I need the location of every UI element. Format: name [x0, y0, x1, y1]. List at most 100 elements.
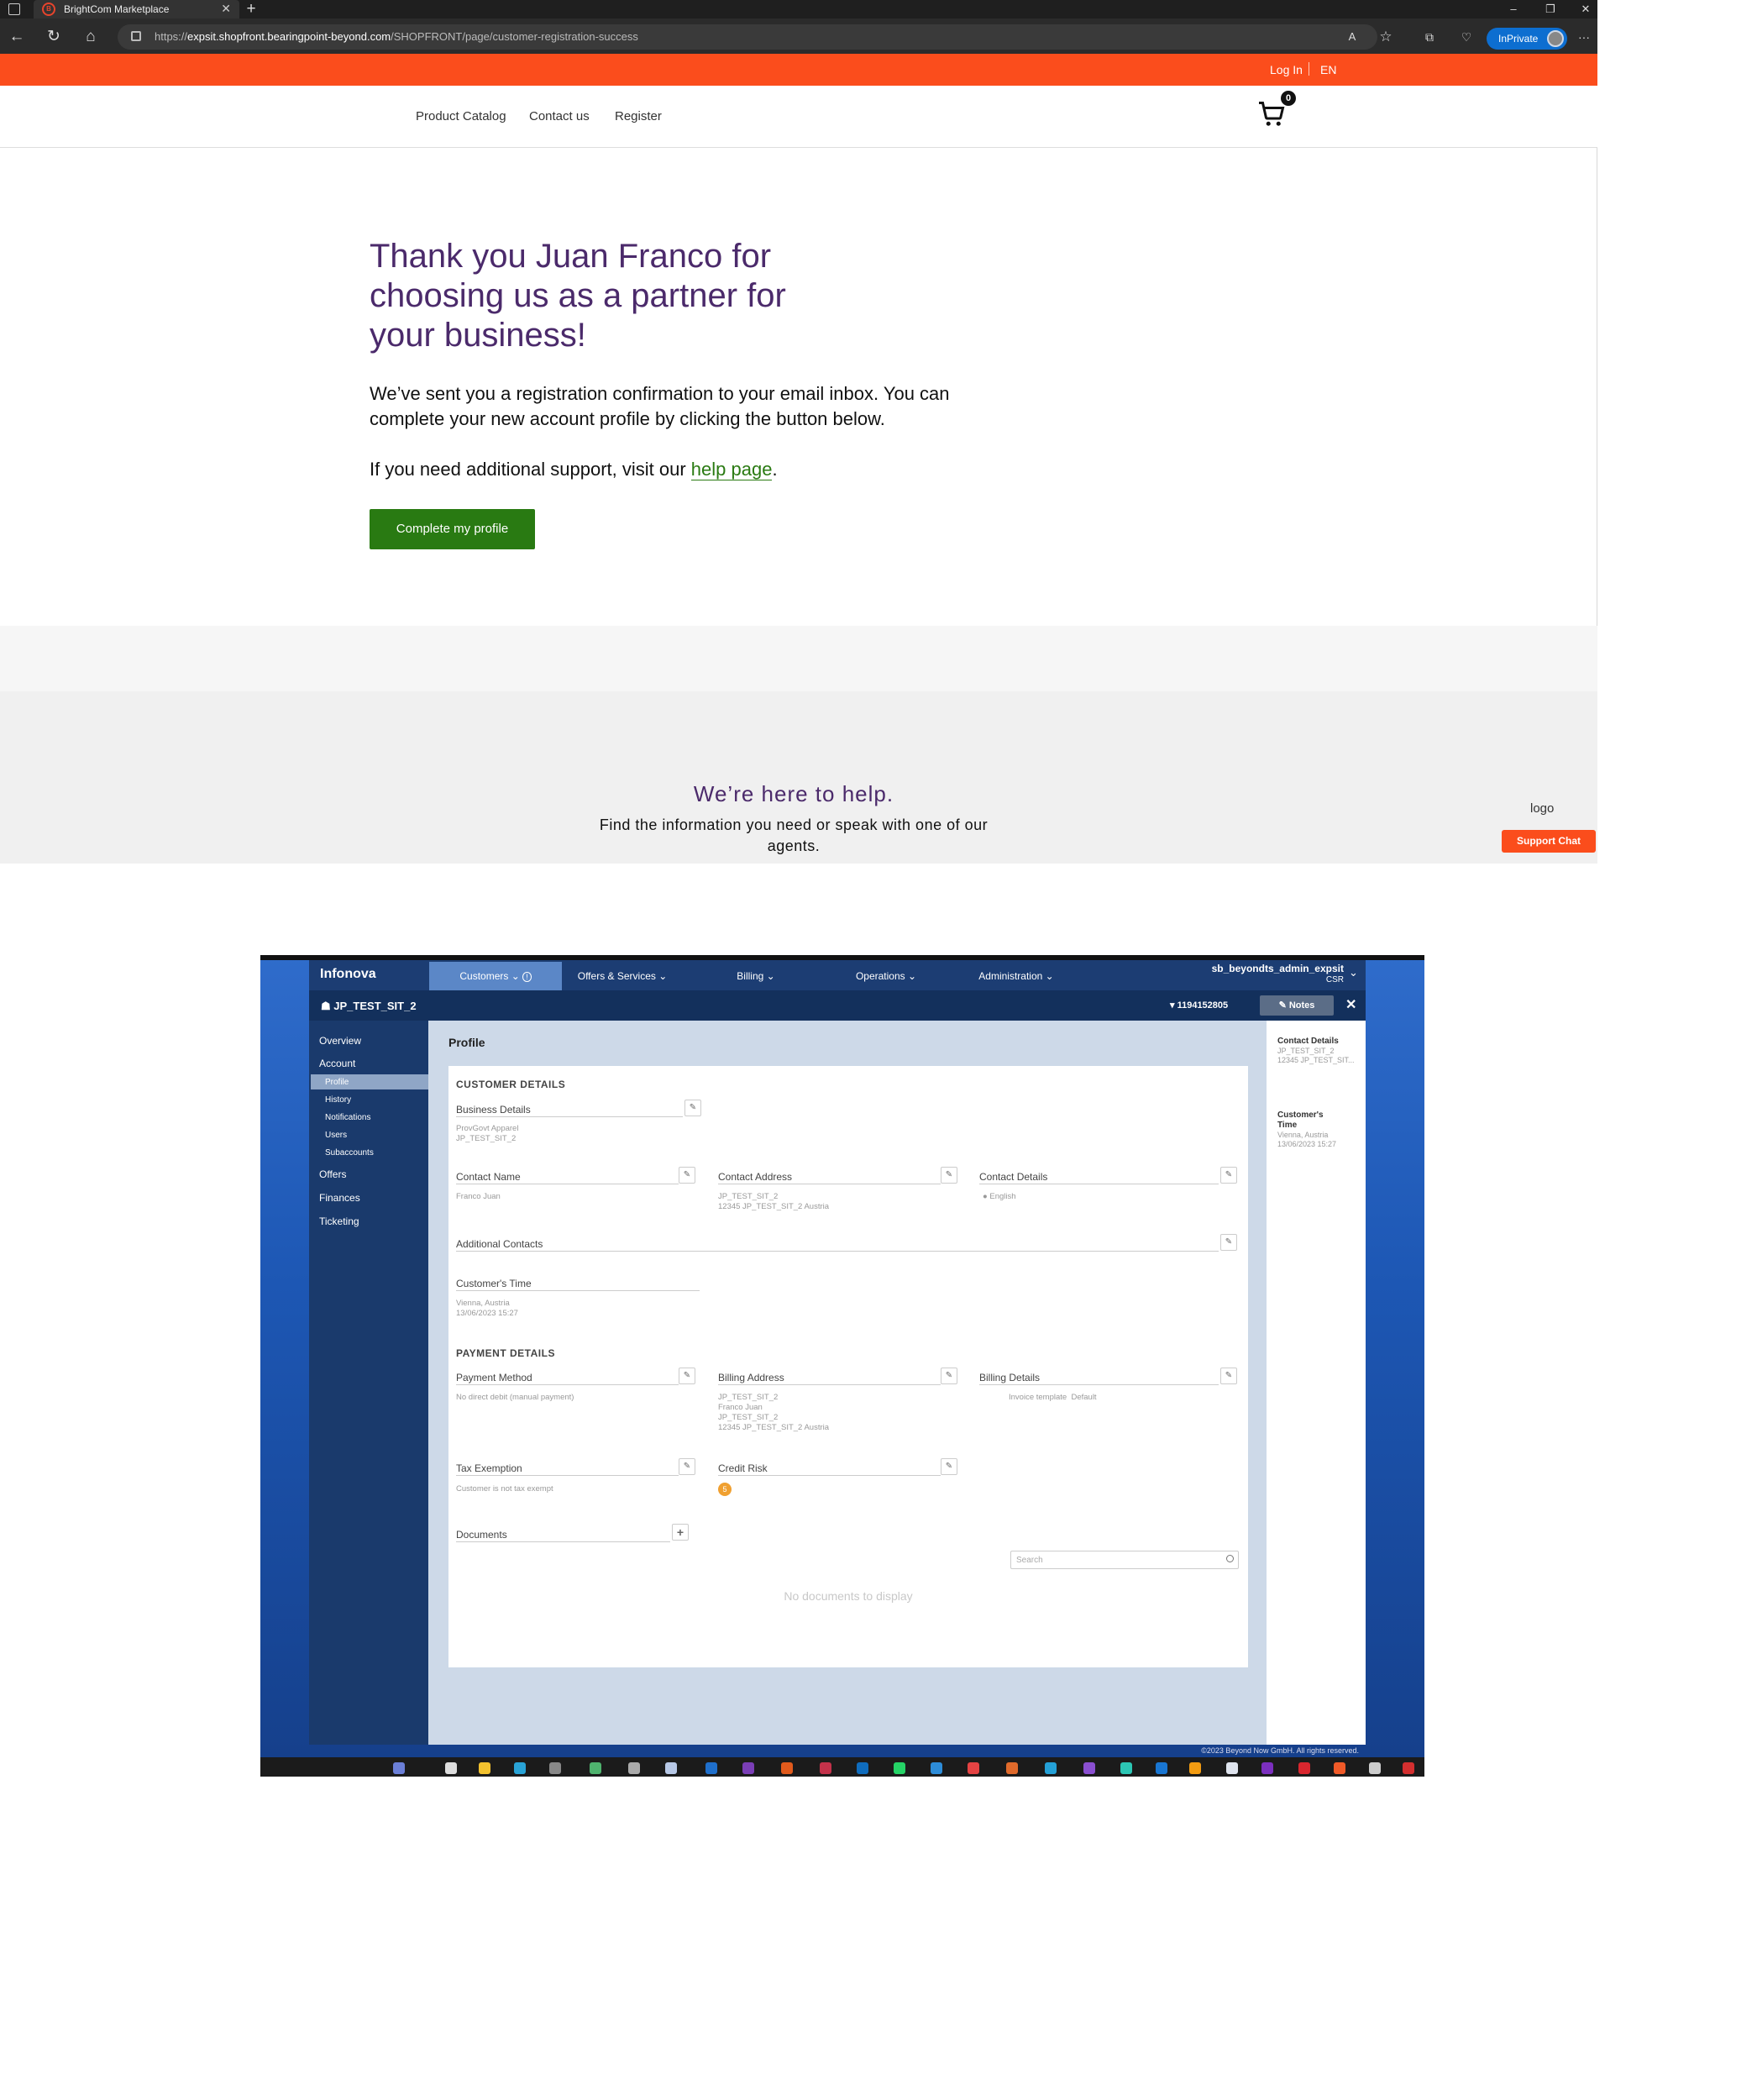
nav-register[interactable]: Register [615, 109, 662, 123]
url-input[interactable]: https://expsit.shopfront.bearingpoint-be… [118, 24, 1377, 50]
taskbar-app-icon[interactable] [445, 1762, 457, 1774]
taskbar-app-icon[interactable] [590, 1762, 601, 1774]
language-selector[interactable]: EN [1320, 63, 1336, 76]
tab-actions-icon[interactable] [8, 3, 20, 15]
sidebar-item-notifications[interactable]: Notifications [325, 1113, 370, 1122]
tab-close-icon[interactable]: ✕ [221, 2, 231, 16]
menu-operations-label: Operations [855, 970, 905, 982]
taskbar-app-icon[interactable] [1083, 1762, 1095, 1774]
taskbar-app-icon[interactable] [742, 1762, 754, 1774]
cart-icon[interactable] [1256, 99, 1287, 129]
taskbar-app-icon[interactable] [393, 1762, 405, 1774]
edit-contact-name-icon[interactable]: ✎ [679, 1167, 695, 1184]
refresh-icon[interactable]: ↻ [44, 27, 64, 47]
summary-contact-title: Contact Details [1277, 1037, 1339, 1046]
language-bubble-icon: ● [983, 1192, 988, 1201]
billing-details-value: Invoice template Default [1009, 1393, 1097, 1403]
nav-product-catalog[interactable]: Product Catalog [416, 109, 506, 123]
sidebar-item-finances[interactable]: Finances [319, 1192, 360, 1204]
edit-billing-details-icon[interactable]: ✎ [1220, 1368, 1237, 1384]
user-chevron-icon[interactable]: ⌄ [1349, 966, 1358, 979]
edit-credit-risk-icon[interactable]: ✎ [941, 1458, 957, 1475]
sidebar-item-ticketing[interactable]: Ticketing [319, 1215, 359, 1227]
taskbar-app-icon[interactable] [931, 1762, 942, 1774]
close-customer-icon[interactable]: ✕ [1345, 996, 1356, 1013]
window-close-icon[interactable]: ✕ [1571, 0, 1601, 18]
sidebar-item-profile[interactable]: Profile [325, 1078, 349, 1087]
taskbar-app-icon[interactable] [1156, 1762, 1167, 1774]
notes-button[interactable]: ✎ Notes [1260, 995, 1334, 1016]
new-tab-icon[interactable]: + [241, 0, 261, 18]
browser-tab[interactable]: B BrightCom Marketplace ✕ [34, 0, 239, 18]
menu-customers[interactable]: Customers ⌄ ! [429, 962, 562, 990]
taskbar-app-icon[interactable] [1226, 1762, 1238, 1774]
login-link[interactable]: Log In [1270, 63, 1303, 76]
sidebar-item-overview[interactable]: Overview [319, 1035, 361, 1047]
edit-contact-details-icon[interactable]: ✎ [1220, 1167, 1237, 1184]
edit-billing-address-icon[interactable]: ✎ [941, 1368, 957, 1384]
help-page-link[interactable]: help page [690, 459, 773, 480]
summary-contact-line-2: 12345 JP_TEST_SIT... [1277, 1056, 1355, 1064]
restore-icon[interactable]: ❐ [1535, 0, 1566, 18]
help-title: We’re here to help. [693, 781, 894, 806]
add-document-icon[interactable]: + [672, 1524, 689, 1541]
taskbar-app-icon[interactable] [781, 1762, 793, 1774]
taskbar-app-icon[interactable] [514, 1762, 526, 1774]
menu-billing[interactable]: Billing ⌄ [722, 962, 789, 990]
inprivate-badge[interactable]: InPrivate [1487, 28, 1567, 50]
complete-profile-button[interactable]: Complete my profile [370, 509, 535, 549]
collections-icon[interactable]: ⧉ [1419, 27, 1440, 47]
summary-customers-time: Customer's Time Vienna, Austria 13/06/20… [1277, 1110, 1345, 1149]
read-aloud-icon[interactable]: A [1342, 27, 1362, 47]
utility-bar [0, 54, 1597, 86]
taskbar-app-icon[interactable] [1403, 1762, 1414, 1774]
back-icon[interactable]: ← [7, 27, 27, 47]
taskbar-app-icon[interactable] [1298, 1762, 1310, 1774]
sidebar-item-subaccounts[interactable]: Subaccounts [325, 1148, 374, 1158]
taskbar-app-icon[interactable] [665, 1762, 677, 1774]
support-chat-button[interactable]: Support Chat [1502, 830, 1596, 853]
sidebar-item-users[interactable]: Users [325, 1131, 347, 1140]
taskbar-app-icon[interactable] [968, 1762, 979, 1774]
minimize-icon[interactable]: – [1498, 0, 1529, 18]
taskbar-app-icon[interactable] [628, 1762, 640, 1774]
favorite-star-icon[interactable]: ☆ [1376, 27, 1396, 47]
payment-details-heading: PAYMENT DETAILS [456, 1347, 555, 1359]
edit-tax-exemption-icon[interactable]: ✎ [679, 1458, 695, 1475]
taskbar-app-icon[interactable] [1189, 1762, 1201, 1774]
documents-search-input[interactable]: Search [1010, 1551, 1239, 1569]
summary-contact-details: Contact Details JP_TEST_SIT_2 12345 JP_T… [1277, 1037, 1361, 1065]
taskbar-app-icon[interactable] [1006, 1762, 1018, 1774]
lock-icon [131, 31, 141, 41]
taskbar-app-icon[interactable] [549, 1762, 561, 1774]
edit-business-details-icon[interactable]: ✎ [684, 1100, 701, 1116]
taskbar-app-icon[interactable] [479, 1762, 490, 1774]
extensions-icon[interactable]: ♡ [1456, 27, 1476, 47]
taskbar-app-icon[interactable] [1334, 1762, 1345, 1774]
menu-offers-services[interactable]: Offers & Services ⌄ [568, 962, 677, 990]
edit-contact-address-icon[interactable]: ✎ [941, 1167, 957, 1184]
taskbar-app-icon[interactable] [820, 1762, 831, 1774]
menu-operations[interactable]: Operations ⌄ [844, 962, 928, 990]
sidebar-item-offers[interactable]: Offers [319, 1168, 346, 1180]
account-selector[interactable]: ▾ 1194152805 [1170, 1000, 1228, 1011]
user-menu[interactable]: sb_beyondts_admin_expsit CSR [1176, 963, 1344, 986]
menu-customers-label: Customers [459, 970, 509, 982]
sidebar-item-history[interactable]: History [325, 1095, 351, 1105]
more-options-icon[interactable]: ··· [1574, 27, 1594, 47]
taskbar-app-icon[interactable] [1045, 1762, 1057, 1774]
taskbar-app-icon[interactable] [1120, 1762, 1132, 1774]
windows-taskbar [260, 1757, 1424, 1777]
menu-administration[interactable]: Administration ⌄ [966, 962, 1067, 990]
sidebar-item-account[interactable]: Account [319, 1058, 355, 1069]
edit-payment-method-icon[interactable]: ✎ [679, 1368, 695, 1384]
taskbar-app-icon[interactable] [1369, 1762, 1381, 1774]
taskbar-app-icon[interactable] [894, 1762, 905, 1774]
taskbar-app-icon[interactable] [1261, 1762, 1273, 1774]
home-icon[interactable]: ⌂ [81, 27, 101, 47]
taskbar-app-icon[interactable] [857, 1762, 868, 1774]
nav-contact-us[interactable]: Contact us [529, 109, 590, 123]
credit-risk-badge: 5 [718, 1483, 732, 1496]
taskbar-app-icon[interactable] [705, 1762, 717, 1774]
edit-additional-contacts-icon[interactable]: ✎ [1220, 1234, 1237, 1251]
